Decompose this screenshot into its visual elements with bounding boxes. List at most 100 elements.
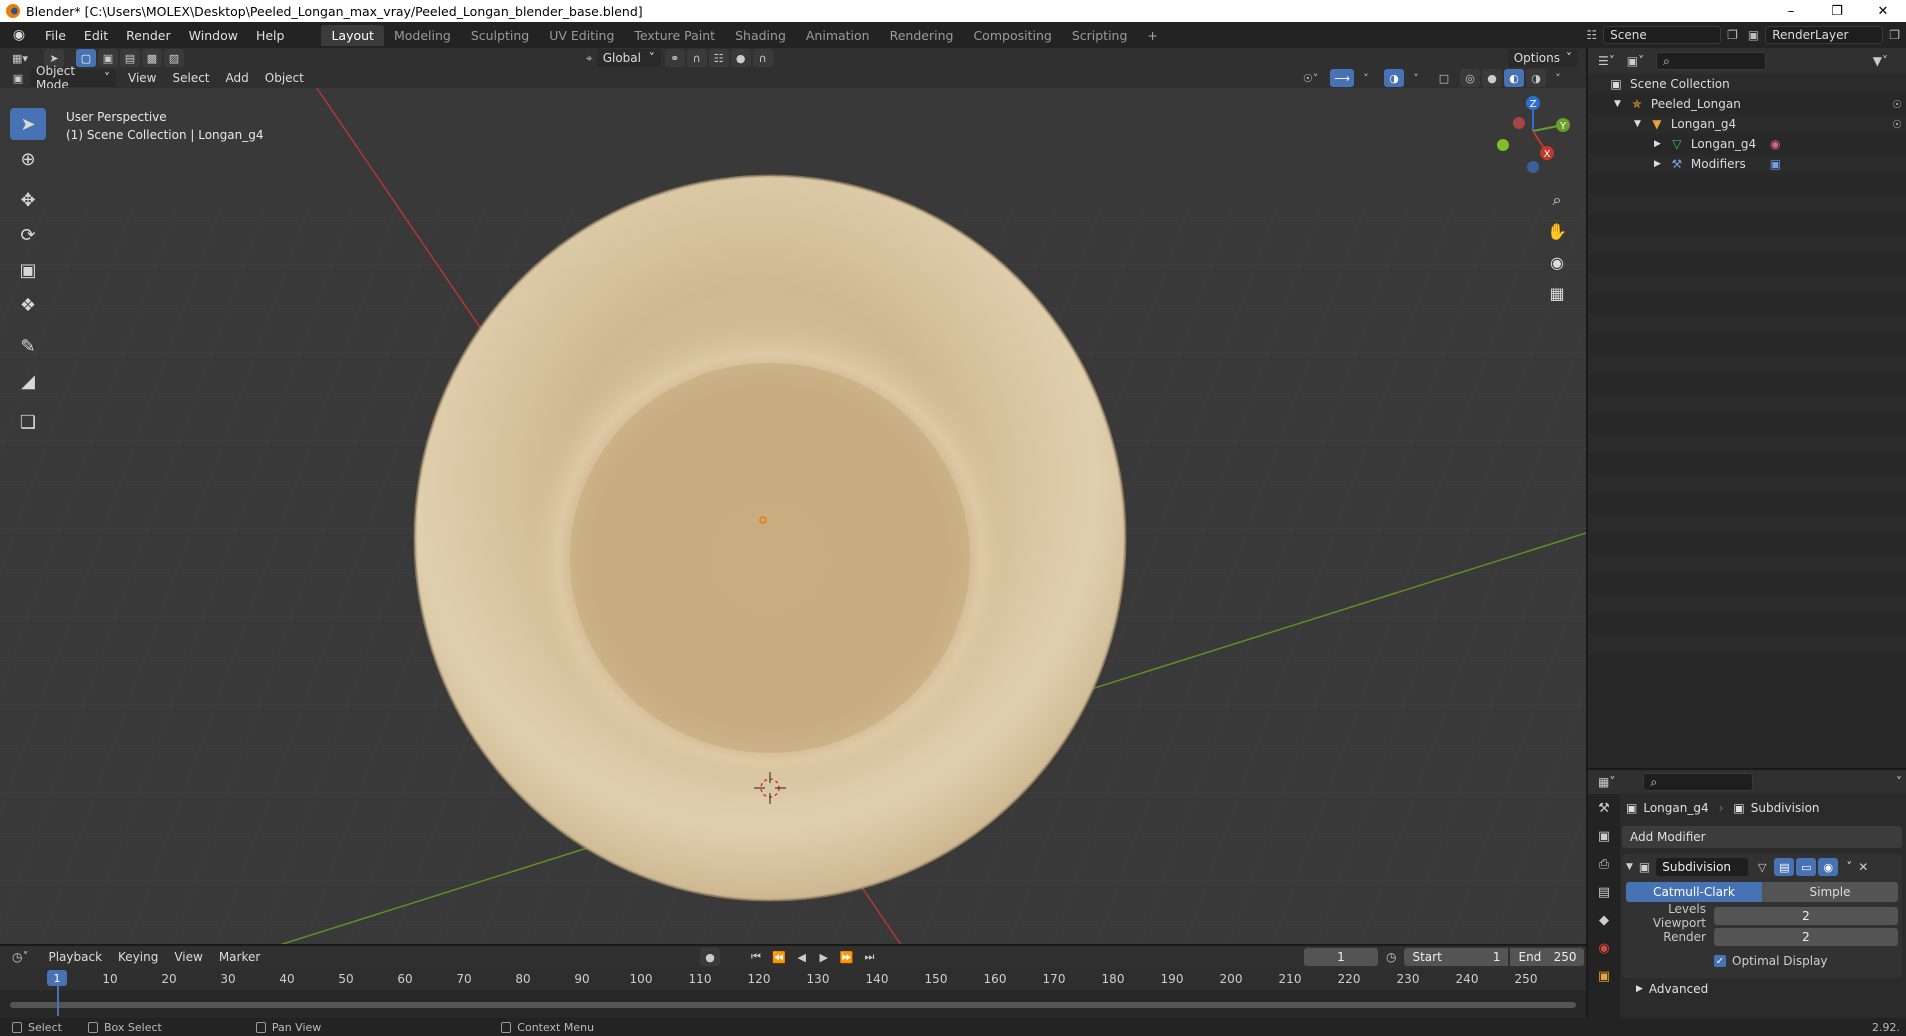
- select-mode-subtract-icon[interactable]: ▤: [119, 49, 140, 67]
- outliner-item-longan-g4[interactable]: ▼ ▼ Longan_g4 ☉: [1588, 114, 1906, 134]
- timeline-editor-icon[interactable]: ◷˅: [12, 950, 28, 964]
- shading-dropdown-icon[interactable]: ˅: [1548, 69, 1568, 87]
- move-tool-icon[interactable]: ✥: [10, 184, 46, 216]
- jump-end-icon[interactable]: ⏭: [859, 948, 879, 966]
- modifier-menu-icon[interactable]: ˅: [1846, 860, 1852, 874]
- add-cube-tool-icon[interactable]: ❏: [10, 406, 46, 438]
- jump-keyframe-back-icon[interactable]: ⏪: [768, 948, 790, 966]
- render-tab-icon[interactable]: ▣: [1588, 822, 1620, 850]
- pivot-point-icon[interactable]: ⚭: [664, 49, 685, 67]
- transform-tool-icon[interactable]: ❖: [10, 289, 46, 321]
- menu-help[interactable]: Help: [247, 28, 294, 43]
- play-icon[interactable]: ▶: [814, 948, 834, 966]
- add-modifier-button[interactable]: Add Modifier: [1622, 826, 1902, 848]
- rotate-tool-icon[interactable]: ⟳: [10, 219, 46, 251]
- blender-menu-icon[interactable]: ◉: [8, 24, 30, 46]
- gizmo-toggle-icon[interactable]: ⟶: [1330, 69, 1354, 87]
- gizmo-dropdown-icon[interactable]: ˅: [1356, 69, 1376, 87]
- outliner-search-input[interactable]: ⌕: [1656, 52, 1767, 70]
- simple-button[interactable]: Simple: [1762, 882, 1898, 902]
- annotate-tool-icon[interactable]: ✎: [10, 330, 46, 362]
- xray-toggle-icon[interactable]: □: [1434, 69, 1454, 87]
- outliner-item-peeled-longan[interactable]: ▼ ✯ Peeled_Longan ☉: [1588, 94, 1906, 114]
- pan-hand-icon[interactable]: ✋: [1543, 217, 1571, 245]
- remove-modifier-icon[interactable]: ✕: [1858, 860, 1868, 874]
- tab-rendering[interactable]: Rendering: [880, 25, 964, 46]
- options-dropdown[interactable]: Options ˅: [1507, 49, 1578, 67]
- overlay-toggle-icon[interactable]: ◑: [1384, 69, 1404, 87]
- overlay-dropdown-icon[interactable]: ˅: [1406, 69, 1426, 87]
- cursor-tool-icon[interactable]: ⊕: [10, 143, 46, 175]
- current-frame-field[interactable]: 1: [1304, 948, 1378, 966]
- timeline-ruler[interactable]: 10 20 30 40 50 60 70 80 90 100 110 120 1…: [0, 968, 1586, 990]
- restore-button[interactable]: ❐: [1814, 0, 1860, 22]
- select-mode-invert-icon[interactable]: ▩: [141, 49, 162, 67]
- scene-icon[interactable]: ☷: [1586, 28, 1597, 42]
- snap-target-icon[interactable]: ☷: [708, 49, 729, 67]
- start-frame-field[interactable]: Start 1: [1404, 948, 1509, 966]
- visibility-icon[interactable]: ☉˅: [1299, 69, 1322, 87]
- eye-icon[interactable]: ☉: [1892, 98, 1902, 111]
- expand-arrow-icon[interactable]: ▶: [1654, 139, 1661, 149]
- material-preview-shading-icon[interactable]: ◐: [1504, 69, 1524, 87]
- scene-tab-icon[interactable]: ◆: [1588, 906, 1620, 934]
- properties-search-input[interactable]: ⌕: [1643, 773, 1754, 791]
- subdivision-modifier-icon[interactable]: ▣: [1770, 157, 1781, 171]
- outliner-item-modifiers[interactable]: ▶ ⚒ Modifiers ▣: [1588, 154, 1906, 174]
- scene-selector[interactable]: Scene: [1603, 26, 1722, 44]
- display-mode-icon[interactable]: ▣˅: [1627, 54, 1644, 68]
- tab-modeling[interactable]: Modeling: [384, 25, 461, 46]
- tab-compositing[interactable]: Compositing: [963, 25, 1061, 46]
- tab-scripting[interactable]: Scripting: [1062, 25, 1138, 46]
- render-levels-field[interactable]: 2: [1714, 928, 1898, 946]
- menu-window[interactable]: Window: [180, 28, 247, 43]
- expand-arrow-icon[interactable]: ▼: [1634, 119, 1641, 129]
- tab-sculpting[interactable]: Sculpting: [461, 25, 539, 46]
- viewport-menu-view[interactable]: View: [120, 71, 164, 85]
- select-mode-intersect-icon[interactable]: ▨: [163, 49, 184, 67]
- collapse-arrow-icon[interactable]: ▼: [1626, 862, 1633, 872]
- playhead[interactable]: 1: [47, 970, 67, 986]
- minimize-button[interactable]: –: [1768, 0, 1814, 22]
- filter-icon[interactable]: ▼˅: [1873, 54, 1888, 68]
- view-layer-tab-icon[interactable]: ▤: [1588, 878, 1620, 906]
- chevron-down-icon[interactable]: ˅: [1896, 775, 1902, 789]
- solid-shading-icon[interactable]: ●: [1482, 69, 1502, 87]
- world-tab-icon[interactable]: ◉: [1588, 934, 1620, 962]
- proportional-edit-icon[interactable]: ●: [730, 49, 751, 67]
- timeline-scrollbar[interactable]: [10, 1002, 1576, 1008]
- jump-start-icon[interactable]: ⏮: [746, 948, 766, 966]
- advanced-section[interactable]: ▶ Advanced: [1622, 978, 1906, 1000]
- add-workspace-button[interactable]: +: [1137, 25, 1167, 46]
- outliner-editor-icon[interactable]: ☰˅: [1598, 54, 1615, 68]
- outliner-item-mesh-data[interactable]: ▶ ▽ Longan_g4 ◉: [1588, 134, 1906, 154]
- timeline-menu-view[interactable]: View: [166, 950, 210, 964]
- play-reverse-icon[interactable]: ◀: [792, 948, 812, 966]
- timeline-menu-playback[interactable]: Playback: [40, 950, 110, 964]
- optimal-display-checkbox[interactable]: ✓: [1714, 955, 1726, 967]
- tab-animation[interactable]: Animation: [796, 25, 880, 46]
- select-box-tool-icon[interactable]: ➤: [10, 108, 46, 140]
- clock-icon[interactable]: ◷: [1386, 950, 1396, 964]
- material-icon[interactable]: ◉: [1770, 137, 1780, 151]
- menu-edit[interactable]: Edit: [75, 28, 117, 43]
- camera-view-icon[interactable]: ◉: [1543, 248, 1571, 276]
- viewport-menu-add[interactable]: Add: [218, 71, 257, 85]
- object-mode-dropdown[interactable]: Object Mode ˅: [30, 64, 116, 92]
- timeline-track[interactable]: [0, 990, 1586, 1018]
- longan-mesh[interactable]: [413, 174, 1127, 902]
- render-toggle-icon[interactable]: ◉: [1818, 858, 1839, 876]
- snap-icon[interactable]: ∩: [686, 49, 707, 67]
- close-button[interactable]: ✕: [1860, 0, 1906, 22]
- expand-arrow-icon[interactable]: ▶: [1654, 159, 1661, 169]
- jump-keyframe-forward-icon[interactable]: ⏩: [836, 948, 858, 966]
- rendered-shading-icon[interactable]: ◑: [1526, 69, 1546, 87]
- zoom-icon[interactable]: ⌕: [1543, 186, 1571, 214]
- 3d-viewport[interactable]: Z Y X User Perspective (1) Scene Collect…: [0, 88, 1586, 944]
- viewport-menu-select[interactable]: Select: [164, 71, 217, 85]
- editor-type-icon[interactable]: ▦▾: [8, 49, 32, 67]
- tab-texture-paint[interactable]: Texture Paint: [624, 25, 725, 46]
- viewport-menu-object[interactable]: Object: [257, 71, 312, 85]
- tool-tab-icon[interactable]: ⚒: [1588, 794, 1620, 822]
- output-tab-icon[interactable]: ⎙: [1588, 850, 1620, 878]
